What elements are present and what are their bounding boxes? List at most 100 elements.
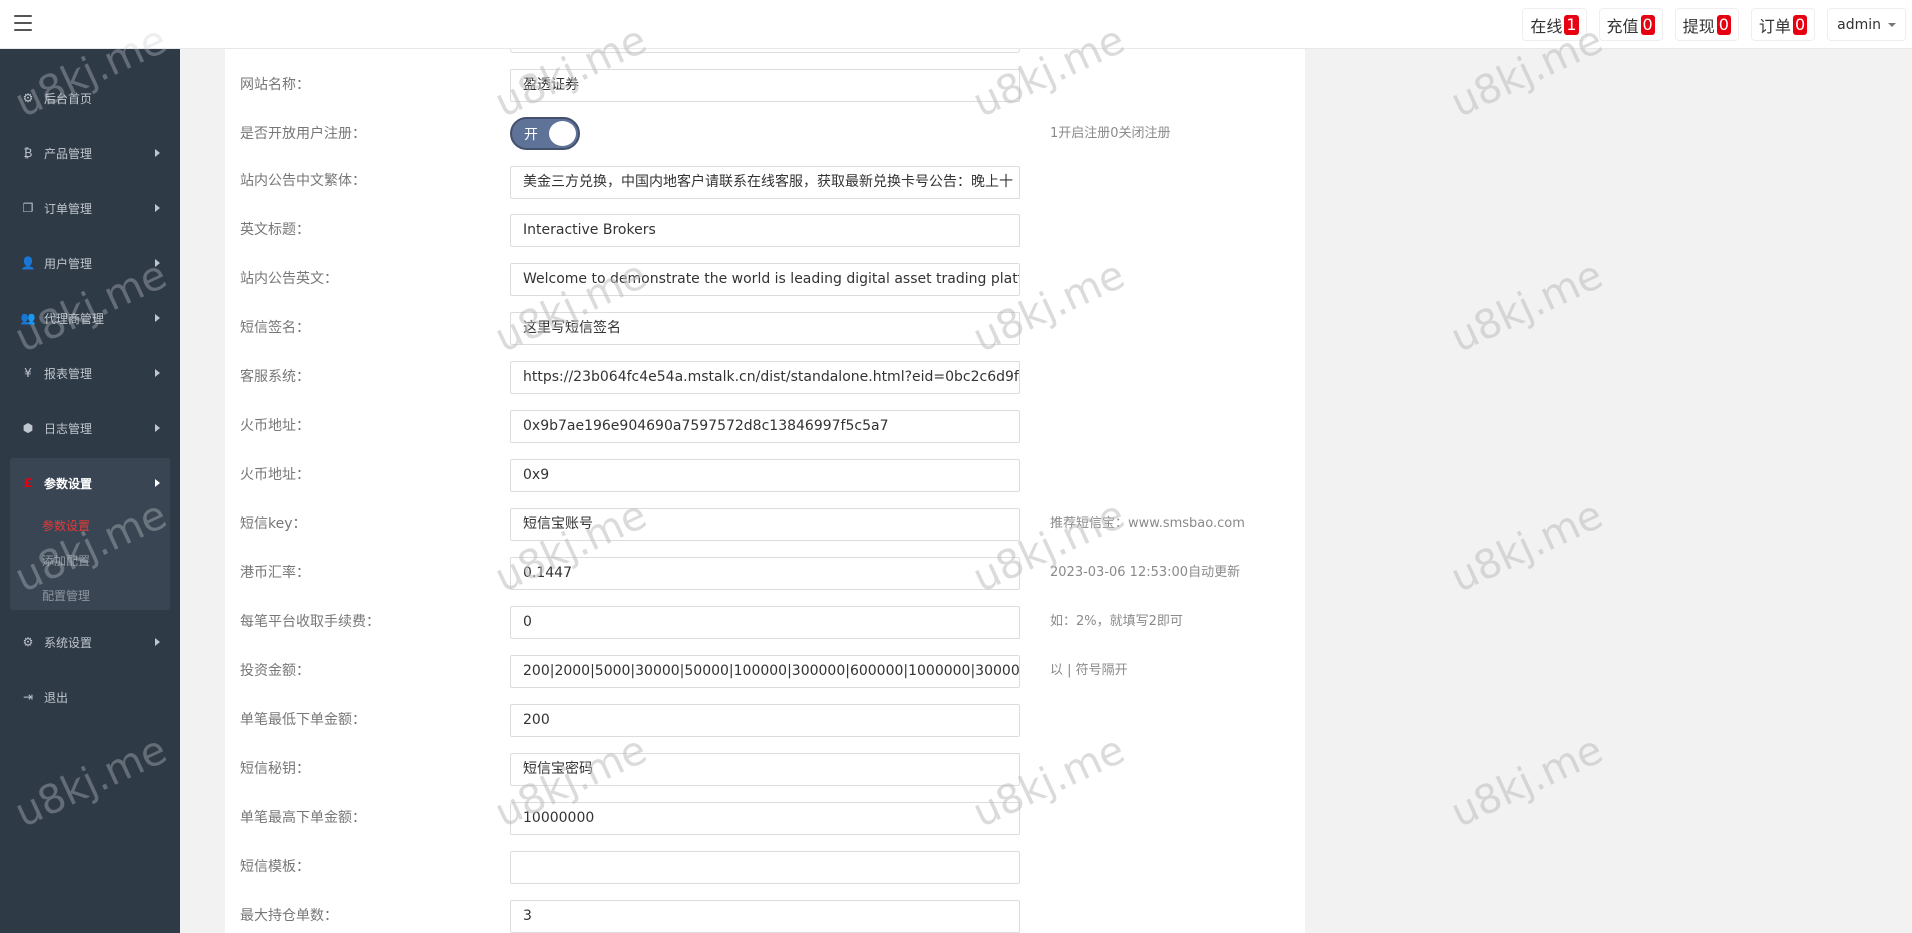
field-label: 短信秘钥：	[240, 761, 310, 777]
watermark: u8kj.me	[1444, 251, 1610, 362]
withdraw-badge: 0	[1716, 14, 1731, 35]
sms-signature-input[interactable]: 这里写短信签名	[510, 312, 1020, 345]
field-label: 单笔最低下单金额：	[240, 712, 366, 728]
sidebar-item-system[interactable]: ⚙ 系统设置	[0, 620, 180, 664]
notice-english-input[interactable]: Welcome to demonstrate the world is lead…	[510, 263, 1020, 296]
cogs-icon: ⚙	[22, 635, 34, 649]
sidebar-item-label: 报表管理	[44, 366, 93, 381]
bitcoin-icon: ₿	[23, 146, 33, 160]
sidebar-item-logs[interactable]: ⬢ 日志管理	[0, 406, 180, 450]
online-label: 在线	[1530, 16, 1563, 36]
platform-fee-input[interactable]: 0	[510, 606, 1020, 639]
field-hint: 以 | 符号隔开	[1050, 663, 1128, 678]
menu-toggle-icon[interactable]	[14, 15, 32, 31]
field-label: 站内公告英文：	[240, 271, 338, 287]
watermark: u8kj.me	[1444, 726, 1610, 837]
sidebar-item-agents[interactable]: 👥 代理商管理	[0, 296, 180, 340]
chevron-right-icon	[155, 479, 160, 487]
site-name-input[interactable]: 盈透证券	[510, 69, 1020, 102]
sidebar-item-label: 日志管理	[44, 421, 93, 436]
max-order-amount-input[interactable]: 10000000	[510, 802, 1020, 835]
min-order-amount-input[interactable]: 200	[510, 704, 1020, 737]
sidebar-subitem-add-config[interactable]: 添加配置	[42, 552, 90, 569]
user-icon: 👤	[20, 256, 36, 270]
sidebar-item-label: 退出	[44, 690, 69, 705]
previous-field-edge	[510, 49, 1020, 53]
field-label: 最大持仓单数：	[240, 908, 338, 924]
field-label: 火币地址：	[240, 467, 310, 483]
field-label: 短信签名：	[240, 320, 310, 336]
sidebar-item-home[interactable]: ⚙ 后台首页	[0, 76, 180, 120]
sms-key-input[interactable]: 短信宝账号	[510, 508, 1020, 541]
sidebar-item-label: 系统设置	[44, 635, 93, 650]
sidebar-item-users[interactable]: 👤 用户管理	[0, 241, 180, 285]
support-system-input[interactable]: https://23b064fc4e54a.mstalk.cn/dist/sta…	[510, 361, 1020, 394]
registration-toggle[interactable]: 开	[510, 117, 580, 150]
withdraw-label: 提现	[1682, 16, 1715, 36]
field-label: 客服系统：	[240, 369, 310, 385]
chevron-right-icon	[155, 259, 160, 267]
toggle-text: 开	[524, 127, 538, 143]
field-label: 火币地址：	[240, 418, 310, 434]
field-label: 短信key：	[240, 516, 307, 532]
field-label: 短信模板：	[240, 859, 310, 875]
field-label: 是否开放用户注册：	[240, 126, 366, 142]
chevron-right-icon	[155, 149, 160, 157]
field-label: 英文标题：	[240, 222, 310, 238]
orders-badge: 0	[1792, 14, 1808, 35]
sidebar-item-products[interactable]: ₿ 产品管理	[0, 131, 180, 175]
sidebar-item-label: 代理商管理	[44, 311, 105, 326]
sms-secret-input[interactable]: 短信宝密码	[510, 753, 1020, 786]
admin-label: admin	[1837, 16, 1881, 33]
tag-icon: ⬢	[22, 421, 34, 435]
admin-dropdown[interactable]: admin	[1827, 8, 1906, 41]
huobi-address-input[interactable]: 0x9b7ae196e904690a7597572d8c13846997f5c5…	[510, 410, 1020, 443]
recharge-button[interactable]: 充值 0	[1598, 8, 1663, 41]
chevron-down-icon	[1888, 22, 1896, 27]
huobi-address-2-input[interactable]: 0x9	[510, 459, 1020, 492]
recharge-badge: 0	[1640, 14, 1655, 35]
sms-template-input[interactable]	[510, 851, 1020, 884]
field-hint: 如：2%，就填写2即可	[1050, 614, 1183, 629]
field-label: 站内公告中文繁体：	[240, 173, 366, 189]
dashboard-icon: ⚙	[22, 91, 34, 105]
field-label: 单笔最高下单金额：	[240, 810, 366, 826]
field-label: 每笔平台收取手续费：	[240, 614, 380, 630]
recharge-label: 充值	[1606, 16, 1639, 36]
hkd-rate-input[interactable]: 0.1447	[510, 557, 1020, 590]
copy-icon: ❐	[22, 201, 34, 215]
pound-icon: £	[23, 476, 33, 490]
chevron-right-icon	[155, 314, 160, 322]
online-button[interactable]: 在线 1	[1522, 8, 1587, 41]
sidebar-item-label: 产品管理	[44, 146, 93, 161]
investment-amounts-input[interactable]: 200|2000|5000|30000|50000|100000|300000|…	[510, 655, 1020, 688]
sidebar-item-orders[interactable]: ❐ 订单管理	[0, 186, 180, 230]
chevron-right-icon	[155, 424, 160, 432]
yen-icon: ¥	[24, 366, 32, 380]
field-label: 投资金额：	[240, 663, 310, 679]
orders-label: 订单	[1758, 16, 1791, 36]
users-icon: 👥	[20, 311, 36, 325]
field-hint: 2023-03-06 12:53:00自动更新	[1050, 565, 1241, 580]
sidebar-item-label: 订单管理	[44, 201, 93, 216]
top-bar: 在线 1 充值 0 提现 0 订单 0 admin	[0, 0, 1912, 49]
sidebar-item-label: 后台首页	[44, 91, 93, 106]
sidebar-item-logout[interactable]: ⇥ 退出	[0, 675, 180, 719]
chevron-right-icon	[155, 638, 160, 646]
sidebar-subitem-params[interactable]: 参数设置	[42, 517, 90, 534]
field-hint: 1开启注册0关闭注册	[1050, 126, 1171, 141]
sidebar-item-reports[interactable]: ¥ 报表管理	[0, 351, 180, 395]
watermark: u8kj.me	[1444, 491, 1610, 602]
max-positions-input[interactable]: 3	[510, 900, 1020, 933]
sign-out-icon: ⇥	[22, 690, 34, 704]
orders-button[interactable]: 订单 0	[1750, 8, 1816, 41]
field-label: 网站名称：	[240, 77, 310, 93]
online-badge: 1	[1564, 14, 1579, 35]
field-hint: 推荐短信宝：www.smsbao.com	[1050, 516, 1245, 531]
withdraw-button[interactable]: 提现 0	[1674, 8, 1739, 41]
english-title-input[interactable]: Interactive Brokers	[510, 214, 1020, 247]
field-label: 港币汇率：	[240, 565, 310, 581]
notice-traditional-input[interactable]: 美金三方兑换，中国内地客户请联系在线客服，获取最新兑换卡号公告：晚上十	[510, 166, 1020, 199]
sidebar-subitem-config-manage[interactable]: 配置管理	[42, 587, 90, 604]
sidebar-item-params[interactable]: £ 参数设置	[10, 461, 170, 505]
